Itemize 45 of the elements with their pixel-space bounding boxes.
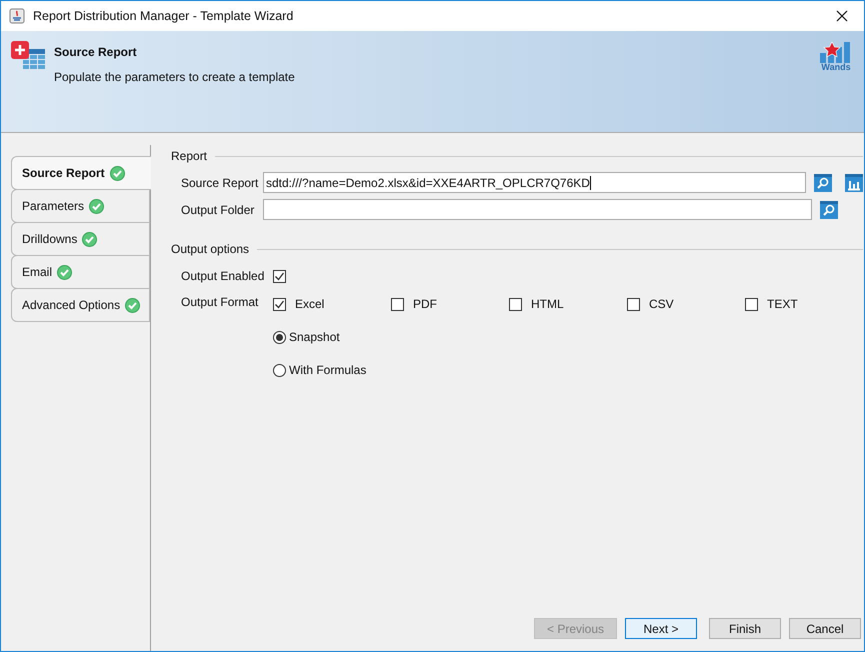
checkbox[interactable] — [391, 298, 404, 310]
wands-logo: Wands — [820, 41, 852, 72]
header-title: Source Report — [54, 44, 138, 61]
wizard-tab[interactable]: Drilldowns — [11, 222, 150, 256]
wizard-tab[interactable]: Advanced Options — [11, 288, 150, 322]
radio-button[interactable] — [273, 330, 286, 344]
source-report-field[interactable]: sdtd:///?name=Demo2.xlsx&id=XXE4ARTR_OPLCR7Q76KD — [263, 172, 806, 193]
field-label: Source Report — [181, 174, 257, 192]
checkbox[interactable] — [627, 298, 640, 310]
checkbox[interactable] — [273, 298, 286, 310]
checkbox-label: HTML — [531, 296, 564, 313]
wizard-button[interactable]: Cancel — [789, 618, 861, 639]
wizard-button[interactable]: Finish — [709, 618, 781, 639]
section-title: Report — [171, 148, 208, 165]
search-icon[interactable] — [814, 174, 832, 192]
search-icon[interactable] — [820, 200, 838, 218]
radio-label: Snapshot — [289, 329, 340, 346]
field-label: Output Enabled — [181, 268, 266, 285]
check-icon — [57, 264, 72, 280]
check-icon — [89, 198, 104, 214]
checkbox-label: PDF — [413, 296, 437, 313]
checkbox-label: TEXT — [767, 296, 798, 313]
checkbox[interactable] — [509, 298, 522, 310]
radio-button[interactable] — [273, 364, 286, 376]
wizard-tab[interactable]: Email — [11, 255, 150, 289]
wizard-tab[interactable]: Parameters — [11, 189, 150, 223]
app-icon — [9, 8, 25, 24]
close-icon[interactable] — [836, 10, 848, 22]
section-title: Output options — [171, 241, 250, 258]
radio-label: With Formulas — [289, 362, 366, 379]
checkbox[interactable] — [745, 298, 758, 310]
field-label: Output Folder — [181, 202, 256, 218]
wizard-button[interactable]: Next > — [625, 618, 697, 639]
window-title: Report Distribution Manager - Template Wizard — [33, 8, 294, 25]
checkbox[interactable] — [273, 270, 286, 282]
wizard-tab[interactable]: Source Report — [11, 156, 151, 190]
checkbox-label: CSV — [649, 296, 674, 313]
check-icon — [82, 232, 98, 246]
chart-icon[interactable] — [845, 174, 863, 192]
check-icon — [110, 166, 125, 180]
field-label: Output Format — [181, 294, 260, 311]
check-icon — [125, 298, 140, 312]
header-subtitle: Populate the parameters to create a template — [54, 69, 295, 86]
checkbox-label: Excel — [295, 296, 324, 313]
output-folder-field[interactable] — [263, 199, 812, 220]
